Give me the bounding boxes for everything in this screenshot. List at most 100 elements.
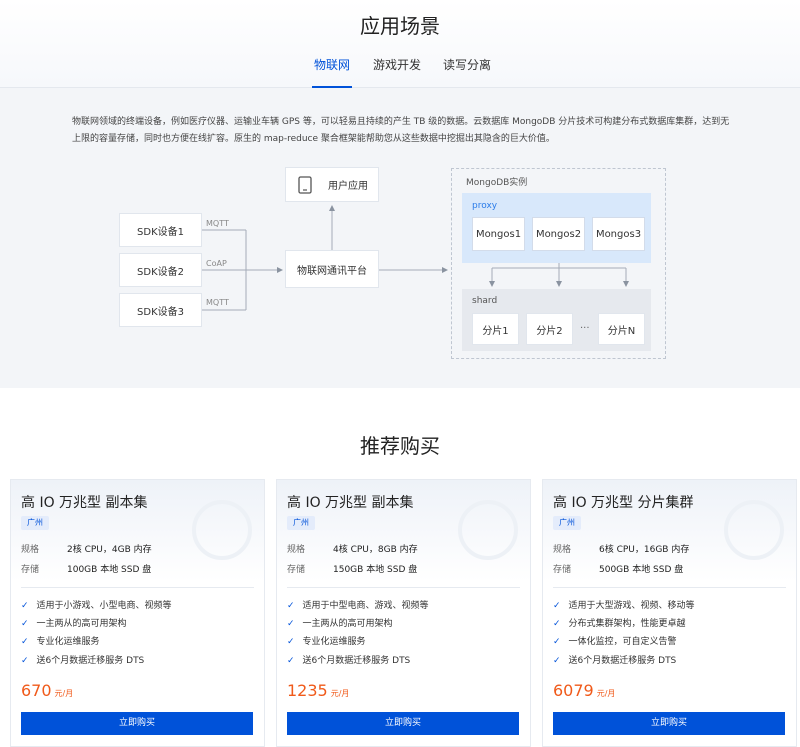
check-icon: ✓ xyxy=(21,619,29,629)
feature-item: ✓ 专业化运维服务 xyxy=(21,634,100,647)
product-card: 高 IO 万兆型 分片集群 广州 规格 6核 CPU，16GB 内存 存储 50… xyxy=(542,479,797,747)
price-unit: 元/月 xyxy=(330,689,350,698)
price-value: 6079 xyxy=(553,681,594,700)
feature-text: 专业化运维服务 xyxy=(36,637,100,647)
feature-text: 送6个月数据迁移服务 DTS xyxy=(302,656,411,666)
proxy-label: proxy xyxy=(472,201,498,211)
check-icon: ✓ xyxy=(21,656,29,666)
product-name: 高 IO 万兆型 分片集群 xyxy=(553,495,694,511)
spec-label: 规格 xyxy=(287,545,306,555)
price: 670 元/月 xyxy=(21,681,73,700)
shard-label: shard xyxy=(472,296,498,306)
feature-item: ✓ 送6个月数据迁移服务 DTS xyxy=(21,653,144,666)
protocol-label: MQTT xyxy=(206,298,229,307)
check-icon: ✓ xyxy=(287,619,295,629)
feature-item: ✓ 适用于小游戏、小型电商、视频等 xyxy=(21,598,172,611)
diagram-connectors xyxy=(202,205,629,311)
feature-text: 送6个月数据迁移服务 DTS xyxy=(568,656,677,666)
feature-text: 专业化运维服务 xyxy=(302,637,366,647)
check-icon: ✓ xyxy=(21,637,29,647)
box-label: 分片2 xyxy=(536,325,563,337)
mongodb-instance-label: MongoDB实例 xyxy=(466,178,528,188)
price-value: 1235 xyxy=(287,681,328,700)
region-badge: 广州 xyxy=(553,516,581,530)
buy-now-button[interactable]: 立即购买 xyxy=(21,712,253,735)
price: 1235 元/月 xyxy=(287,681,349,700)
scenario-section: 应用场景 物联网 游戏开发 读写分离 物联网领域的终端设备，例如医疗仪器、运输业… xyxy=(0,0,800,388)
feature-text: 适用于中型电商、游戏、视频等 xyxy=(302,601,429,611)
feature-item: ✓ 一体化监控，可自定义告警 xyxy=(553,634,677,647)
shard-ellipsis: ··· xyxy=(580,323,590,334)
purchase-title: 推荐购买 xyxy=(360,434,440,458)
storage-label: 存储 xyxy=(21,565,40,575)
feature-item: ✓ 适用于中型电商、游戏、视频等 xyxy=(287,598,429,611)
feature-text: 适用于大型游戏、视频、移动等 xyxy=(568,601,695,611)
storage-label: 存储 xyxy=(287,565,306,575)
box-label: 物联网通讯平台 xyxy=(297,265,367,277)
feature-text: 一主两从的高可用架构 xyxy=(36,619,127,629)
feature-text: 一体化监控，可自定义告警 xyxy=(568,637,677,647)
mongos-box: Mongos3 xyxy=(592,217,645,251)
feature-item: ✓ 分布式集群架构，性能更卓越 xyxy=(553,616,686,629)
card-watermark xyxy=(192,500,252,560)
feature-text: 一主两从的高可用架构 xyxy=(302,619,393,629)
storage-value: 150GB 本地 SSD 盘 xyxy=(333,565,418,575)
buy-now-button[interactable]: 立即购买 xyxy=(287,712,519,735)
feature-item: ✓ 适用于大型游戏、视频、移动等 xyxy=(553,598,695,611)
spec-value: 4核 CPU，8GB 内存 xyxy=(333,545,418,555)
region-badge: 广州 xyxy=(21,516,49,530)
iot-platform-box: 物联网通讯平台 xyxy=(285,250,379,288)
sdk-device-1: SDK设备1 xyxy=(119,213,202,247)
sdk-device-3: SDK设备3 xyxy=(119,293,202,327)
card-watermark xyxy=(458,500,518,560)
storage-value: 500GB 本地 SSD 盘 xyxy=(599,565,684,575)
box-label: 用户应用 xyxy=(328,181,368,192)
card-divider xyxy=(287,587,520,588)
box-label: Mongos2 xyxy=(535,228,582,240)
check-icon: ✓ xyxy=(553,637,561,647)
mongos-box: Mongos2 xyxy=(532,217,585,251)
shard-box: 分片1 xyxy=(472,313,519,345)
check-icon: ✓ xyxy=(553,601,561,611)
feature-text: 分布式集群架构，性能更卓越 xyxy=(568,619,686,629)
check-icon: ✓ xyxy=(287,656,295,666)
box-label: SDK设备3 xyxy=(137,306,184,318)
check-icon: ✓ xyxy=(21,601,29,611)
price-unit: 元/月 xyxy=(596,689,616,698)
card-divider xyxy=(553,587,786,588)
check-icon: ✓ xyxy=(553,656,561,666)
feature-text: 送6个月数据迁移服务 DTS xyxy=(36,656,145,666)
user-app-box: 用户应用 xyxy=(285,167,379,202)
check-icon: ✓ xyxy=(553,619,561,629)
box-label: SDK设备1 xyxy=(137,226,184,238)
product-name: 高 IO 万兆型 副本集 xyxy=(21,495,148,511)
spec-value: 6核 CPU，16GB 内存 xyxy=(599,545,690,555)
spec-label: 规格 xyxy=(21,545,40,555)
protocol-label: CoAP xyxy=(206,259,227,268)
box-label: Mongos3 xyxy=(595,228,642,240)
sdk-device-2: SDK设备2 xyxy=(119,253,202,287)
feature-item: ✓ 专业化运维服务 xyxy=(287,634,366,647)
feature-item: ✓ 一主两从的高可用架构 xyxy=(21,616,127,629)
storage-value: 100GB 本地 SSD 盘 xyxy=(67,565,152,575)
feature-text: 适用于小游戏、小型电商、视频等 xyxy=(36,601,172,611)
check-icon: ✓ xyxy=(287,601,295,611)
price-value: 670 xyxy=(21,681,52,700)
box-label: 分片N xyxy=(607,325,636,337)
product-card: 高 IO 万兆型 副本集 广州 规格 2核 CPU，4GB 内存 存储 100G… xyxy=(10,479,265,747)
box-label: 分片1 xyxy=(482,325,509,337)
buy-now-button[interactable]: 立即购买 xyxy=(553,712,785,735)
box-label: SDK设备2 xyxy=(137,266,184,278)
card-watermark xyxy=(724,500,784,560)
shard-box: 分片N xyxy=(598,313,645,345)
price: 6079 元/月 xyxy=(553,681,615,700)
check-icon: ✓ xyxy=(287,637,295,647)
feature-item: ✓ 送6个月数据迁移服务 DTS xyxy=(553,653,676,666)
box-label: Mongos1 xyxy=(475,228,522,240)
feature-item: ✓ 送6个月数据迁移服务 DTS xyxy=(287,653,410,666)
phone-icon xyxy=(298,175,312,194)
protocol-label: MQTT xyxy=(206,219,229,228)
spec-label: 规格 xyxy=(553,545,572,555)
mongos-box: Mongos1 xyxy=(472,217,525,251)
card-divider xyxy=(21,587,254,588)
